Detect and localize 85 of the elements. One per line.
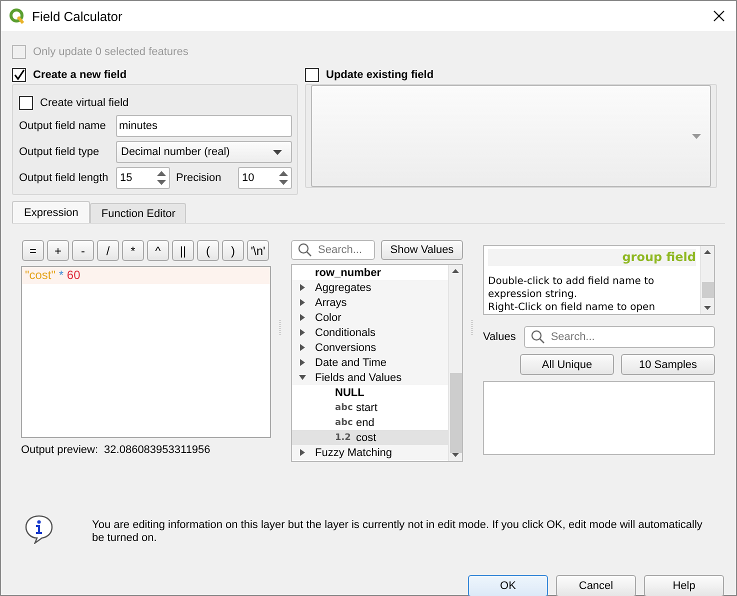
- checkbox[interactable]: [12, 68, 26, 82]
- values-button[interactable]: 10 Samples: [621, 354, 715, 375]
- collapsed-arrow-icon: [299, 314, 306, 321]
- dialog-button[interactable]: Cancel: [556, 575, 636, 596]
- operator-button[interactable]: *: [122, 240, 144, 261]
- tab[interactable]: Function Editor: [90, 203, 186, 223]
- spin-box[interactable]: 15: [116, 167, 170, 189]
- collapsed-arrow-icon: [299, 449, 306, 456]
- preview-value: 32.086083953311956: [104, 444, 210, 456]
- checkbox[interactable]: [305, 68, 319, 82]
- show-values-button[interactable]: Show Values: [381, 240, 463, 260]
- operator-button[interactable]: /: [97, 240, 119, 261]
- type-label: abc: [335, 418, 354, 428]
- info-message: You are editing information on this layer but the layer is currently not in edit mode. If you click OK, edit mode will automatically be turned on.: [92, 518, 704, 545]
- values-button[interactable]: All Unique: [520, 354, 614, 375]
- operator-button[interactable]: -: [72, 240, 94, 261]
- tab[interactable]: Expression: [12, 201, 90, 223]
- checkbox-label[interactable]: Update existing field: [326, 69, 434, 81]
- type-label: 1.2: [335, 432, 352, 442]
- search-field[interactable]: Search...: [291, 240, 375, 260]
- collapsed-arrow-icon: [299, 359, 306, 366]
- tree-item[interactable]: Conditionals: [292, 325, 448, 340]
- dropdown[interactable]: Decimal number (real): [116, 141, 292, 163]
- search-icon: [530, 330, 545, 344]
- collapsed-arrow-icon: [299, 299, 306, 306]
- scroll-up-icon: [704, 250, 711, 254]
- help-title: group field: [488, 249, 696, 266]
- expanded-arrow-icon: [299, 374, 306, 381]
- text-field[interactable]: minutes: [116, 115, 292, 137]
- dialog-button[interactable]: OK: [468, 575, 548, 596]
- operator-button[interactable]: (: [197, 240, 219, 261]
- scroll-down-icon: [704, 306, 711, 310]
- window-title: Field Calculator: [32, 8, 124, 24]
- checkmark-icon: [13, 69, 25, 81]
- tree-item[interactable]: Conversions: [292, 340, 448, 355]
- field-label: Values: [483, 331, 516, 343]
- tree-item[interactable]: 1.2 cost: [292, 430, 448, 445]
- search-field[interactable]: Search...: [524, 326, 715, 348]
- scrollbar-thumb[interactable]: [450, 373, 462, 453]
- checkbox-label[interactable]: Create virtual field: [40, 97, 129, 109]
- operator-button[interactable]: ^: [147, 240, 169, 261]
- close-icon: [713, 10, 725, 22]
- checkbox[interactable]: [19, 96, 33, 110]
- field-label: Output field length: [19, 172, 110, 184]
- field-label: Output field type: [19, 146, 100, 158]
- dialog-button[interactable]: Help: [644, 575, 724, 596]
- info-icon: [24, 514, 54, 544]
- tree-item[interactable]: Aggregates: [292, 280, 448, 295]
- field-label: Output field name: [19, 120, 107, 132]
- search-icon: [298, 243, 312, 257]
- checkbox-label[interactable]: Create a new field: [33, 69, 127, 81]
- spin-box[interactable]: 10: [238, 167, 292, 189]
- type-label: abc: [335, 402, 354, 412]
- tree-item[interactable]: Color: [292, 310, 448, 325]
- expression-editor[interactable]: "cost" * 60: [21, 266, 271, 438]
- collapsed-arrow-icon: [299, 329, 306, 336]
- operator-button[interactable]: ||: [172, 240, 194, 261]
- tree-item[interactable]: Arrays: [292, 295, 448, 310]
- operator-button[interactable]: =: [22, 240, 44, 261]
- tree-item[interactable]: row_number: [315, 266, 382, 278]
- scrollbar-thumb[interactable]: [702, 282, 714, 298]
- app-logo-icon: [9, 8, 25, 24]
- scrollbar[interactable]: [700, 246, 714, 314]
- operator-button[interactable]: ): [222, 240, 244, 261]
- scrollbar[interactable]: [448, 265, 462, 461]
- splitter-handle-icon: [471, 320, 473, 336]
- operator-button[interactable]: +: [47, 240, 69, 261]
- spin-arrows-icon: [279, 171, 288, 185]
- dropdown-arrow-icon: [692, 134, 701, 138]
- tree-item[interactable]: NULL: [335, 386, 364, 398]
- dropdown-arrow-icon: [273, 150, 282, 154]
- tree-item[interactable]: Date and Time: [292, 355, 448, 370]
- splitter-handle-icon: [279, 320, 281, 336]
- tree-item[interactable]: Fields and Values: [292, 370, 448, 385]
- field-label: Precision: [176, 172, 222, 184]
- preview-label: Output preview:: [21, 444, 98, 456]
- spin-arrows-icon: [157, 171, 166, 185]
- tree-item[interactable]: Fuzzy Matching: [292, 445, 448, 460]
- help-text: Double-click to add field name to expression string.: [488, 275, 656, 301]
- help-text: Right-Click on field name to open: [488, 301, 656, 314]
- collapsed-arrow-icon: [299, 284, 306, 291]
- scroll-up-icon: [452, 269, 459, 273]
- collapsed-arrow-icon: [299, 344, 306, 351]
- expression-text: "cost" * 60: [22, 267, 270, 284]
- operator-button[interactable]: '\n': [247, 240, 269, 261]
